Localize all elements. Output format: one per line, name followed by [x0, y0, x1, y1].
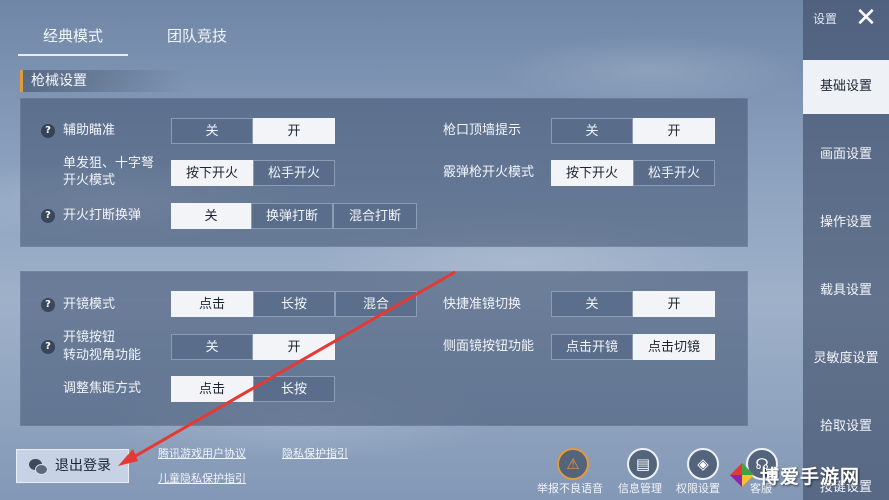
logout-button[interactable]: 退出登录 [16, 449, 129, 483]
shield-icon[interactable]: ◈ [687, 448, 719, 480]
zoom-mode-tap[interactable]: 点击 [171, 376, 253, 402]
sidebar-item-sensitivity[interactable]: 灵敏度设置 [803, 332, 889, 386]
shotgun-release[interactable]: 松手开火 [633, 160, 715, 186]
scope-mode-label: 开镜模式 [63, 297, 116, 312]
quick-scope-on[interactable]: 开 [633, 291, 715, 317]
shotgun-press[interactable]: 按下开火 [551, 160, 633, 186]
watermark-logo-icon [730, 463, 754, 487]
muzzle-wall-label: 枪口顶墙提示 [443, 123, 522, 138]
muzzle-wall-on[interactable]: 开 [633, 118, 715, 144]
help-icon[interactable]: ? [41, 298, 55, 312]
fire-interrupt-reload[interactable]: 换弹打断 [251, 203, 333, 229]
child-privacy-link[interactable]: 儿童隐私保护指引 [158, 472, 246, 486]
zoom-mode-label: 调整焦距方式 [63, 381, 142, 396]
single-shot-label-line2: 开火模式 [63, 173, 116, 188]
fire-interrupt-options: 关 换弹打断 混合打断 [171, 203, 417, 229]
tab-team[interactable]: 团队竞技 [142, 18, 252, 56]
fire-interrupt-label: 开火打断换弹 [63, 208, 142, 223]
muzzle-wall-off[interactable]: 关 [551, 118, 633, 144]
section-title: 枪械设置 [20, 70, 188, 92]
sidebar-item-controls[interactable]: 操作设置 [803, 196, 889, 250]
report-voice-label: 举报不良语音 [537, 482, 603, 495]
mode-tabs: 经典模式 团队竞技 [18, 18, 266, 56]
help-icon[interactable]: ? [41, 209, 55, 223]
single-shot-fire-mode: 按下开火 松手开火 [171, 160, 335, 186]
quick-scope-label: 快捷准镜切换 [443, 297, 522, 312]
scope-button-on[interactable]: 开 [253, 334, 335, 360]
zoom-mode-hold[interactable]: 长按 [253, 376, 335, 402]
logout-label: 退出登录 [55, 458, 111, 474]
sidebar-item-pickup[interactable]: 拾取设置 [803, 400, 889, 454]
scope-button-off[interactable]: 关 [171, 334, 253, 360]
help-icon[interactable]: ? [41, 340, 55, 354]
scope-settings-panel: ? 开镜模式 点击 长按 混合 ? 开镜按钮 转动视角功能 关 开 调整焦距方式… [20, 271, 748, 426]
sidebar-item-basic[interactable]: 基础设置 [803, 60, 889, 114]
warning-icon[interactable]: ⚠ [557, 448, 589, 480]
single-shot-label-line1: 单发狙、十字弩 [63, 156, 155, 171]
aim-assist-toggle: 关 开 [171, 118, 335, 144]
scope-mode-options: 点击 长按 混合 [171, 291, 417, 317]
info-manage-label: 信息管理 [618, 482, 662, 495]
scope-button-label-line2: 转动视角功能 [63, 348, 142, 363]
single-shot-release[interactable]: 松手开火 [253, 160, 335, 186]
weapon-settings-panel: ? 辅助瞄准 关 开 单发狙、十字弩 开火模式 按下开火 松手开火 ? 开火打断… [20, 98, 748, 247]
side-scope-switch[interactable]: 点击切镜 [633, 334, 715, 360]
aim-assist-off[interactable]: 关 [171, 118, 253, 144]
help-icon[interactable]: ? [41, 124, 55, 138]
shotgun-fire-label: 霰弹枪开火模式 [443, 165, 535, 180]
zoom-mode-options: 点击 长按 [171, 376, 335, 402]
aim-assist-on[interactable]: 开 [253, 118, 335, 144]
sidebar-item-vehicle[interactable]: 载具设置 [803, 264, 889, 318]
scope-button-toggle: 关 开 [171, 334, 335, 360]
tab-classic[interactable]: 经典模式 [18, 18, 128, 56]
scope-mode-hold[interactable]: 长按 [253, 291, 335, 317]
sidebar-item-graphics[interactable]: 画面设置 [803, 128, 889, 182]
scope-mode-mixed[interactable]: 混合 [335, 291, 417, 317]
scope-mode-tap[interactable]: 点击 [171, 291, 253, 317]
permission-label: 权限设置 [676, 482, 720, 495]
user-agreement-link[interactable]: 腾讯游戏用户协议 [158, 447, 246, 461]
fire-interrupt-mixed[interactable]: 混合打断 [333, 203, 417, 229]
side-scope-label: 侧面镜按钮功能 [443, 339, 535, 354]
single-shot-press[interactable]: 按下开火 [171, 160, 253, 186]
id-card-icon[interactable]: ▤ [627, 448, 659, 480]
privacy-guide-link[interactable]: 隐私保护指引 [282, 447, 348, 461]
quick-scope-off[interactable]: 关 [551, 291, 633, 317]
muzzle-wall-toggle: 关 开 [551, 118, 715, 144]
fire-interrupt-off[interactable]: 关 [171, 203, 251, 229]
scope-button-label-line1: 开镜按钮 [63, 330, 116, 345]
wechat-icon [29, 458, 48, 475]
watermark-text: 博爱手游网 [760, 465, 861, 488]
settings-sidebar: 设置 ✕ 基础设置 画面设置 操作设置 载具设置 灵敏度设置 拾取设置 按键设置 [803, 0, 889, 500]
close-icon[interactable]: ✕ [851, 4, 881, 34]
side-scope-open[interactable]: 点击开镜 [551, 334, 633, 360]
side-scope-options: 点击开镜 点击切镜 [551, 334, 715, 360]
watermark: 博爱手游网 [728, 455, 860, 495]
aim-assist-label: 辅助瞄准 [63, 123, 116, 138]
shotgun-fire-mode: 按下开火 松手开火 [551, 160, 715, 186]
quick-scope-toggle: 关 开 [551, 291, 715, 317]
